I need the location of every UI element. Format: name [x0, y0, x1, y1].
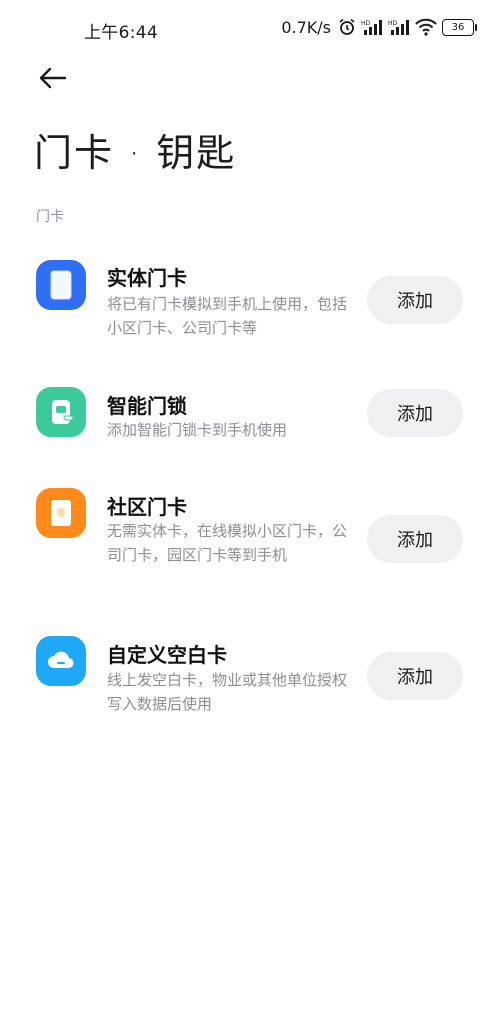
signal-hd-icon: HD: [361, 18, 383, 36]
item-title: 社区门卡: [107, 495, 187, 519]
blank-card-icon: [36, 636, 86, 686]
add-smart-lock-button[interactable]: 添加: [367, 389, 463, 437]
item-desc: 线上发空白卡，物业或其他单位授权写入数据后使用: [107, 671, 348, 713]
smart-lock-icon: [36, 387, 86, 437]
status-icons: 0.7K/s HD HD 36: [281, 16, 477, 38]
status-time: 上午6:44: [84, 23, 158, 43]
item-title: 自定义空白卡: [107, 643, 227, 667]
item-title: 实体门卡: [107, 266, 187, 290]
arrow-left-icon: [39, 67, 67, 89]
back-button[interactable]: [34, 60, 70, 96]
item-desc: 添加智能门锁卡到手机使用: [107, 421, 288, 439]
signal-hd-icon-2: HD: [388, 18, 410, 36]
page-title: 门卡 · 钥匙: [34, 131, 237, 175]
alarm-icon: [338, 18, 356, 36]
community-card-icon: [36, 488, 86, 538]
add-physical-card-button[interactable]: 添加: [367, 276, 463, 324]
wifi-icon: [415, 18, 437, 36]
add-community-card-button[interactable]: 添加: [367, 515, 463, 563]
status-bar: 上午6:44 0.7K/s HD HD 36: [0, 0, 498, 56]
item-desc: 无需实体卡，在线模拟小区门卡，公司门卡，园区门卡等到手机: [107, 522, 348, 564]
svg-text:HD: HD: [388, 20, 398, 27]
item-desc: 将已有门卡模拟到手机上使用，包括小区门卡、公司门卡等: [107, 295, 348, 337]
item-title: 智能门锁: [107, 394, 187, 418]
section-label: 门卡: [36, 209, 64, 225]
svg-text:HD: HD: [361, 20, 371, 27]
battery-icon: 36: [442, 18, 477, 36]
net-speed: 0.7K/s: [281, 17, 331, 37]
physical-card-icon: [36, 260, 86, 310]
add-blank-card-button[interactable]: 添加: [367, 652, 463, 700]
